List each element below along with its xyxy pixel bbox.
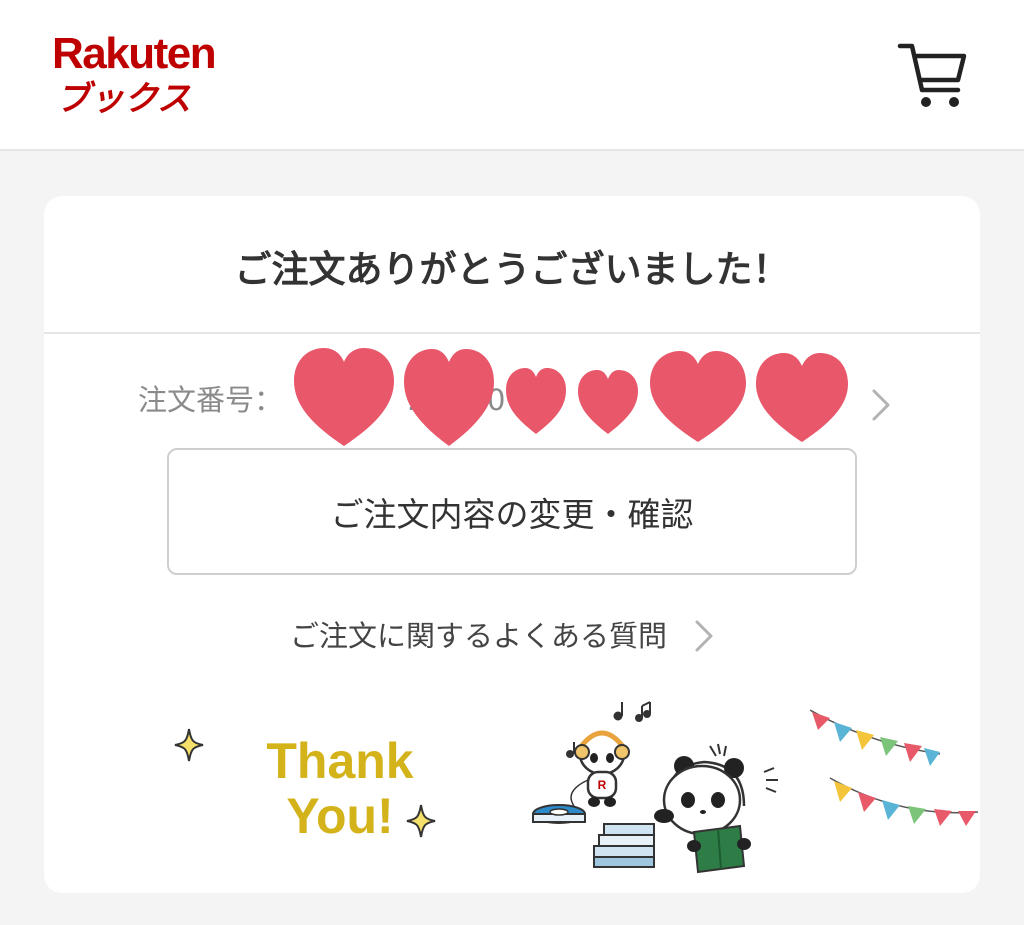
redaction-hearts bbox=[294, 348, 848, 446]
order-number-label: 注文番号： bbox=[138, 383, 284, 417]
thank-you-text: Thank You! bbox=[220, 734, 460, 854]
heart-icon bbox=[506, 368, 566, 434]
divider bbox=[44, 332, 980, 334]
order-change-confirm-button[interactable]: ご注文内容の変更・確認 bbox=[167, 448, 857, 575]
thank-you-line2: You! bbox=[286, 788, 394, 844]
order-complete-card: ご注文ありがとうございました！ 注文番号： 1 2 2 0 0 ご注文内容の変更… bbox=[44, 196, 980, 893]
app-header: Rakuten ブックス bbox=[0, 0, 1024, 151]
heart-icon bbox=[756, 353, 848, 442]
bunting-flags-decoration bbox=[810, 709, 979, 826]
sparkle-icon bbox=[174, 728, 204, 762]
cart-icon[interactable] bbox=[896, 38, 970, 112]
chevron-right-icon bbox=[695, 620, 713, 652]
page-title: ご注文ありがとうございました！ bbox=[234, 248, 790, 291]
heart-icon bbox=[650, 351, 746, 442]
heart-icon bbox=[294, 348, 394, 446]
rakuten-books-logo[interactable]: Rakuten ブックス bbox=[52, 30, 242, 130]
logo-sub-text: ブックス bbox=[56, 79, 191, 119]
heart-icon bbox=[578, 370, 638, 434]
faq-label: ご注文に関するよくある質問 bbox=[290, 619, 668, 653]
chevron-right-icon[interactable] bbox=[868, 385, 894, 425]
svg-text:R: R bbox=[598, 778, 607, 792]
heart-icon bbox=[404, 349, 494, 446]
logo-main-text: Rakuten bbox=[52, 29, 217, 78]
thank-you-line1: Thank bbox=[266, 733, 414, 789]
faq-link[interactable]: ご注文に関するよくある質問 bbox=[290, 614, 715, 658]
panda-reading-illustration: R bbox=[532, 701, 778, 874]
